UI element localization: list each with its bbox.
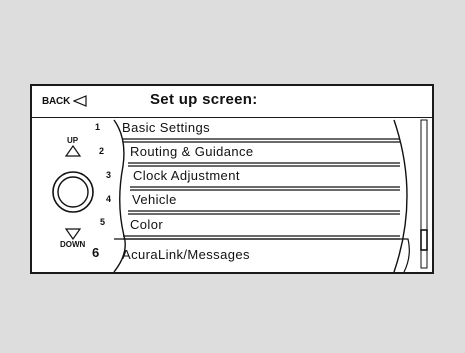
item-number: 6 — [92, 245, 100, 260]
item-number: 3 — [106, 170, 112, 180]
menu-item-vehicle[interactable]: Vehicle — [132, 192, 177, 207]
back-label: BACK — [42, 95, 71, 107]
item-number: 4 — [106, 194, 112, 204]
menu-item-acuralink-messages[interactable]: AcuraLink/Messages — [122, 247, 250, 262]
back-triangle-icon — [73, 95, 87, 107]
menu-item-color[interactable]: Color — [130, 217, 163, 232]
up-triangle-icon[interactable] — [65, 145, 81, 157]
menu-item-clock-adjustment[interactable]: Clock Adjustment — [133, 168, 240, 183]
up-label: UP — [67, 136, 79, 145]
menu-area: UP DOWN 1 2 3 4 5 6 Basic Settings Routi… — [32, 118, 432, 272]
page-title: Set up screen: — [150, 91, 258, 108]
menu-item-basic-settings[interactable]: Basic Settings — [122, 120, 210, 135]
menu-item-routing-guidance[interactable]: Routing & Guidance — [130, 144, 254, 159]
down-triangle-icon[interactable] — [65, 228, 81, 240]
setup-screen: BACK Set up screen: UP DOWN 1 2 3 4 5 6 … — [30, 84, 434, 274]
down-label: DOWN — [60, 240, 86, 249]
item-number: 1 — [95, 122, 101, 132]
item-number: 2 — [99, 146, 105, 156]
screen-header: BACK Set up screen: — [32, 86, 432, 118]
item-number: 5 — [100, 217, 106, 227]
back-button[interactable]: BACK — [42, 95, 87, 107]
interface-dial-icon[interactable] — [51, 170, 95, 214]
